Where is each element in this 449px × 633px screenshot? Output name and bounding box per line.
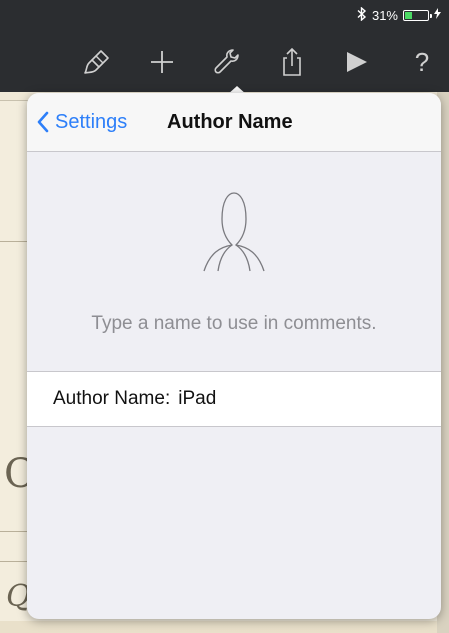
popover-nav-bar: Settings Author Name bbox=[27, 93, 441, 152]
wrench-icon[interactable] bbox=[210, 45, 244, 79]
help-glyph: ? bbox=[414, 46, 430, 77]
battery-tip bbox=[430, 13, 432, 18]
author-name-label: Author Name: bbox=[53, 388, 171, 409]
page-title: Author Name bbox=[167, 110, 293, 133]
top-bar: 31% ? bbox=[0, 0, 449, 92]
author-name-field[interactable]: Author Name: iPad bbox=[27, 371, 441, 427]
comments-hint: Type a name to use in comments. bbox=[91, 313, 377, 334]
document-rule bbox=[0, 561, 30, 562]
share-icon[interactable] bbox=[275, 45, 309, 79]
person-silhouette-icon bbox=[174, 171, 294, 281]
toolbar: ? bbox=[80, 42, 439, 82]
battery-fill bbox=[405, 11, 412, 19]
battery-percent: 31% bbox=[371, 7, 398, 23]
author-name-popover: Settings Author Name Type a name to use … bbox=[27, 93, 441, 619]
play-icon[interactable] bbox=[340, 45, 374, 79]
back-button[interactable]: Settings bbox=[37, 93, 127, 151]
document-rule bbox=[0, 241, 30, 242]
charging-bolt-icon bbox=[434, 8, 441, 22]
bluetooth-icon bbox=[357, 5, 367, 24]
help-icon[interactable]: ? bbox=[405, 45, 439, 79]
plus-icon[interactable] bbox=[145, 45, 179, 79]
paintbrush-icon[interactable] bbox=[80, 45, 114, 79]
chevron-left-icon bbox=[37, 111, 49, 133]
status-bar: 31% bbox=[357, 5, 441, 24]
author-name-value[interactable]: iPad bbox=[178, 388, 216, 410]
document-rule bbox=[0, 531, 30, 532]
battery-icon bbox=[403, 9, 432, 21]
back-button-label: Settings bbox=[55, 110, 128, 133]
